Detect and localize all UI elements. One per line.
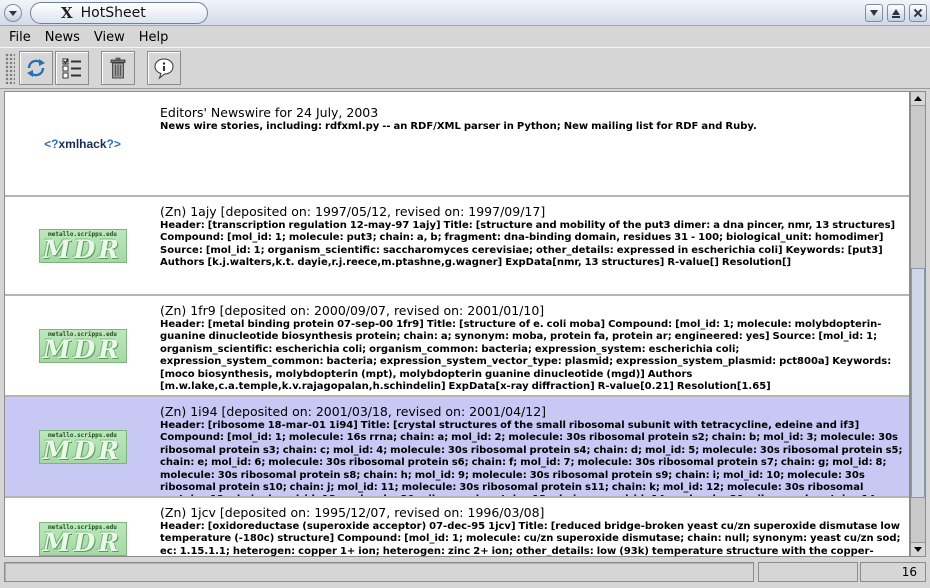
title-bar[interactable]: X HotSheet [0, 0, 930, 26]
vertical-scrollbar[interactable] [910, 91, 926, 557]
item-title: (Zn) 1ajy [deposited on: 1997/05/12, rev… [160, 204, 546, 219]
maximize-button[interactable] [887, 4, 905, 22]
window-menu-button[interactable] [4, 4, 22, 22]
status-message [4, 562, 754, 582]
item-description: Header: [oxidoreductase (superoxide acce… [160, 521, 901, 557]
delete-button[interactable] [101, 51, 135, 85]
scroll-up-arrow-icon[interactable] [911, 92, 925, 106]
refresh-button[interactable] [19, 51, 53, 85]
item-description: News wire stories, including: rdfxml.py … [160, 121, 757, 132]
checklist-button[interactable] [55, 51, 89, 85]
checklist-icon [62, 58, 81, 79]
x-logo-icon: X [61, 4, 73, 22]
title-pill: X HotSheet [30, 2, 208, 24]
status-bar: 16 [0, 559, 930, 588]
info-bubble-icon [154, 58, 174, 80]
trash-icon [110, 57, 126, 79]
list-item[interactable]: <?xmlhack?> Editors' Newswire for 24 Jul… [5, 92, 909, 197]
menu-file[interactable]: File [9, 30, 31, 45]
status-panel [758, 562, 858, 582]
item-title: (Zn) 1jcv [deposited on: 1995/12/07, rev… [160, 505, 545, 520]
news-list: <?xmlhack?> Editors' Newswire for 24 Jul… [4, 91, 910, 557]
item-title: (Zn) 1fr9 [deposited on: 2000/09/07, rev… [160, 303, 545, 318]
refresh-icon [27, 59, 45, 77]
mdr-logo: metallo.scripps.edu MDR [38, 328, 127, 363]
close-button[interactable] [909, 4, 927, 22]
list-item-selected[interactable]: metallo.scripps.edu MDR (Zn) 1i94 [depos… [5, 397, 909, 498]
minimize-button[interactable] [865, 4, 883, 22]
menu-view[interactable]: View [94, 30, 125, 45]
list-item[interactable]: metallo.scripps.edu MDR (Zn) 1ajy [depos… [5, 197, 909, 296]
scroll-down-arrow-icon[interactable] [911, 542, 925, 556]
scroll-thumb[interactable] [911, 268, 925, 498]
item-title: (Zn) 1i94 [deposited on: 2001/03/18, rev… [160, 404, 547, 419]
menu-help[interactable]: Help [139, 30, 169, 45]
mdr-logo: metallo.scripps.edu MDR [38, 429, 127, 464]
item-count: 16 [860, 562, 926, 582]
hotsheet-window: X HotSheet File News View Help <?xmlhack… [0, 0, 930, 588]
menu-bar: File News View Help [0, 27, 930, 47]
list-item[interactable]: metallo.scripps.edu MDR (Zn) 1jcv [depos… [5, 498, 909, 557]
item-title: Editors' Newswire for 24 July, 2003 [160, 105, 379, 120]
list-item[interactable]: metallo.scripps.edu MDR (Zn) 1fr9 [depos… [5, 296, 909, 397]
window-title: HotSheet [80, 5, 146, 21]
toolbar-grip[interactable] [5, 53, 15, 85]
xmlhack-logo: <?xmlhack?> [44, 136, 121, 151]
item-description: Header: [metal binding protein 07-sep-00… [160, 319, 892, 393]
info-button[interactable] [147, 51, 181, 85]
menu-news[interactable]: News [45, 30, 80, 45]
mdr-logo: metallo.scripps.edu MDR [38, 228, 127, 263]
toolbar [0, 47, 930, 89]
item-description: Header: [ribosome 18-mar-01 1i94] Title:… [160, 420, 903, 496]
mdr-logo: metallo.scripps.edu MDR [38, 522, 127, 556]
item-description: Header: [transcription regulation 12-may… [160, 220, 896, 269]
